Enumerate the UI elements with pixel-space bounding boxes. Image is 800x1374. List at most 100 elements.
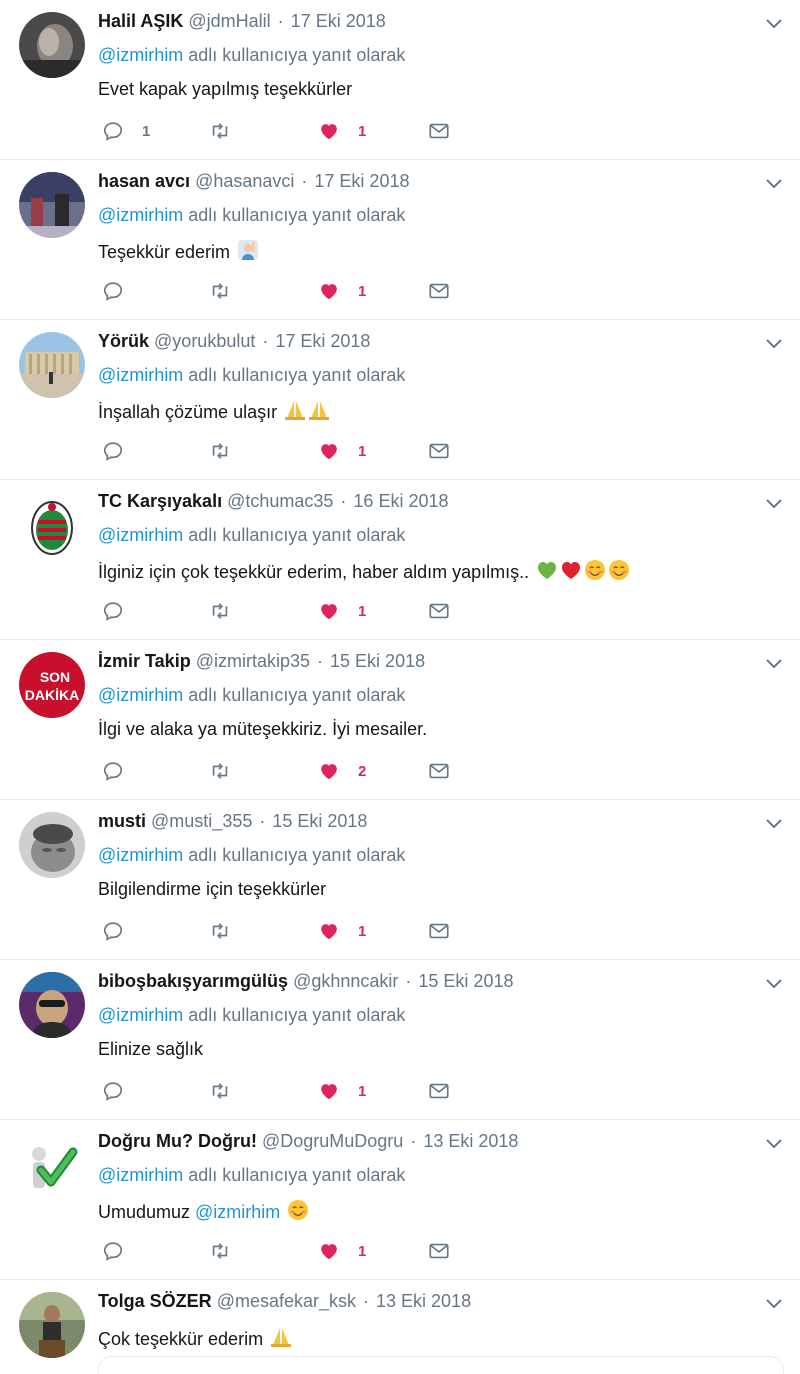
tweet[interactable]: biboşbakışyarımgülüş @gkhnncakir · 15 Ek… <box>0 960 800 1120</box>
reply-button[interactable] <box>102 919 142 943</box>
retweet-button[interactable] <box>209 1079 231 1103</box>
retweet-icon <box>212 123 228 139</box>
author-name[interactable]: musti <box>98 811 146 831</box>
direct-message-button[interactable] <box>428 279 450 303</box>
tweet-date[interactable]: 17 Eki 2018 <box>291 11 386 31</box>
reply-context-label: adlı kullanıcıya yanıt olarak <box>188 1165 406 1185</box>
direct-message-button[interactable] <box>428 1239 450 1263</box>
mention-link[interactable]: @izmirhim <box>98 205 183 225</box>
tweet-date[interactable]: 15 Eki 2018 <box>418 971 513 991</box>
author-handle[interactable]: @mesafekar_ksk <box>217 1291 356 1311</box>
avatar[interactable] <box>19 812 85 878</box>
retweet-button[interactable] <box>209 119 231 143</box>
reply-button[interactable] <box>102 439 142 463</box>
author-handle[interactable]: @tchumac35 <box>227 491 333 511</box>
chevron-down-icon[interactable] <box>764 1296 784 1310</box>
reply-button[interactable] <box>102 599 142 623</box>
author-name[interactable]: İzmir Takip <box>98 651 191 671</box>
tweet-date[interactable]: 13 Eki 2018 <box>423 1131 518 1151</box>
author-handle[interactable]: @musti_355 <box>151 811 252 831</box>
author-handle[interactable]: @gkhnncakir <box>293 971 398 991</box>
chevron-down-icon[interactable] <box>764 976 784 990</box>
retweet-button[interactable] <box>209 919 231 943</box>
reply-button[interactable] <box>102 1079 142 1103</box>
tweet[interactable]: musti @musti_355 · 15 Eki 2018 @izmirhim… <box>0 800 800 960</box>
tweet-date[interactable]: 17 Eki 2018 <box>314 171 409 191</box>
separator-dot: · <box>257 331 274 351</box>
chevron-down-icon[interactable] <box>764 16 784 30</box>
reply-button[interactable] <box>102 759 142 783</box>
like-button[interactable]: 1 <box>318 439 366 463</box>
tweet[interactable]: Yörük @yorukbulut · 17 Eki 2018 @izmirhi… <box>0 320 800 480</box>
author-handle[interactable]: @DogruMuDogru <box>262 1131 403 1151</box>
direct-message-button[interactable] <box>428 119 450 143</box>
author-handle[interactable]: @hasanavci <box>195 171 294 191</box>
avatar[interactable] <box>19 12 85 78</box>
direct-message-button[interactable] <box>428 599 450 623</box>
avatar[interactable] <box>19 972 85 1038</box>
author-handle[interactable]: @jdmHalil <box>188 11 270 31</box>
reply-button[interactable] <box>102 279 142 303</box>
chevron-down-icon[interactable] <box>764 656 784 670</box>
author-name[interactable]: hasan avcı <box>98 171 190 191</box>
chevron-down-icon[interactable] <box>764 496 784 510</box>
tweet-date[interactable]: 13 Eki 2018 <box>376 1291 471 1311</box>
avatar[interactable] <box>19 1132 85 1198</box>
direct-message-button[interactable] <box>428 439 450 463</box>
direct-message-button[interactable] <box>428 1079 450 1103</box>
retweet-button[interactable] <box>209 599 231 623</box>
mention-link[interactable]: @izmirhim <box>98 525 183 545</box>
author-name[interactable]: Tolga SÖZER <box>98 1291 212 1311</box>
mention-link[interactable]: @izmirhim <box>98 845 183 865</box>
tweet-date[interactable]: 16 Eki 2018 <box>353 491 448 511</box>
chevron-down-icon[interactable] <box>764 816 784 830</box>
author-name[interactable]: Yörük <box>98 331 149 351</box>
author-handle[interactable]: @yorukbulut <box>154 331 255 351</box>
tweet-date[interactable]: 15 Eki 2018 <box>272 811 367 831</box>
direct-message-button[interactable] <box>428 759 450 783</box>
author-name[interactable]: Halil AŞIK <box>98 11 183 31</box>
avatar[interactable] <box>19 492 85 558</box>
tweet[interactable]: hasan avcı @hasanavci · 17 Eki 2018 @izm… <box>0 160 800 320</box>
avatar[interactable] <box>19 1292 85 1358</box>
retweet-button[interactable] <box>209 759 231 783</box>
retweet-button[interactable] <box>209 279 231 303</box>
retweet-button[interactable] <box>209 1239 231 1263</box>
mention-link[interactable]: @izmirhim <box>98 45 183 65</box>
tweet[interactable]: Doğru Mu? Doğru! @DogruMuDogru · 13 Eki … <box>0 1120 800 1280</box>
mention-link[interactable]: @izmirhim <box>195 1202 280 1222</box>
tweet[interactable]: SON DAKİKA İzmir Takip @izmirtakip35 · 15… <box>0 640 800 800</box>
like-button[interactable]: 2 <box>318 759 366 783</box>
author-name[interactable]: biboşbakışyarımgülüş <box>98 971 288 991</box>
like-button[interactable]: 1 <box>318 279 366 303</box>
chevron-down-icon[interactable] <box>764 1136 784 1150</box>
reply-button[interactable]: 1 <box>102 119 150 143</box>
like-button[interactable]: 1 <box>318 119 366 143</box>
tweet[interactable]: Halil AŞIK @jdmHalil · 17 Eki 2018 @izmi… <box>0 0 800 160</box>
tweet[interactable]: TC Karşıyakalı @tchumac35 · 16 Eki 2018 … <box>0 480 800 640</box>
mention-link[interactable]: @izmirhim <box>98 1165 183 1185</box>
embedded-card[interactable] <box>98 1356 784 1374</box>
direct-message-button[interactable] <box>428 919 450 943</box>
author-handle[interactable]: @izmirtakip35 <box>196 651 310 671</box>
tweet-text: Çok teşekkür ederim <box>98 1326 800 1349</box>
avatar[interactable] <box>19 332 85 398</box>
like-button[interactable]: 1 <box>318 1239 366 1263</box>
chevron-down-icon[interactable] <box>764 336 784 350</box>
tweet-date[interactable]: 17 Eki 2018 <box>275 331 370 351</box>
avatar[interactable] <box>19 172 85 238</box>
reply-button[interactable] <box>102 1239 142 1263</box>
like-button[interactable]: 1 <box>318 1079 366 1103</box>
mention-link[interactable]: @izmirhim <box>98 1005 183 1025</box>
author-name[interactable]: TC Karşıyakalı <box>98 491 222 511</box>
avatar[interactable]: SON DAKİKA <box>19 652 85 718</box>
tweet-text: Elinize sağlık <box>98 1039 204 1059</box>
like-button[interactable]: 1 <box>318 599 366 623</box>
like-button[interactable]: 1 <box>318 919 366 943</box>
mention-link[interactable]: @izmirhim <box>98 365 183 385</box>
tweet-date[interactable]: 15 Eki 2018 <box>330 651 425 671</box>
chevron-down-icon[interactable] <box>764 176 784 190</box>
mention-link[interactable]: @izmirhim <box>98 685 183 705</box>
author-name[interactable]: Doğru Mu? Doğru! <box>98 1131 257 1151</box>
retweet-button[interactable] <box>209 439 231 463</box>
